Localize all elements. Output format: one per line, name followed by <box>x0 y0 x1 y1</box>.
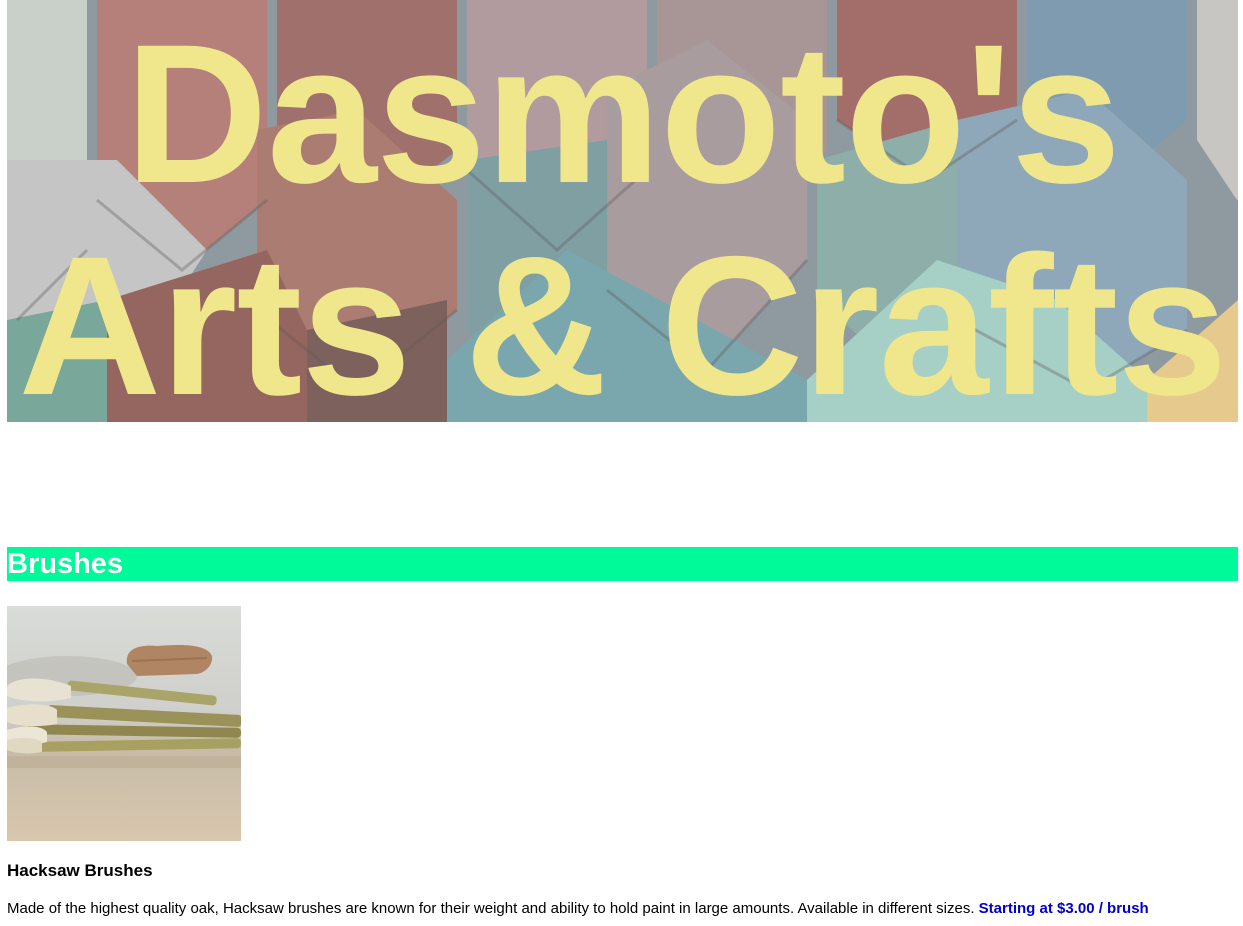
brushes-photo <box>7 606 241 841</box>
product-description: Made of the highest quality oak, Hacksaw… <box>7 899 1149 919</box>
site-title: Dasmoto's Arts & Crafts <box>7 3 1238 423</box>
product-price: Starting at $3.00 / brush <box>978 900 1149 917</box>
site-title-line-1: Dasmoto's <box>124 3 1121 224</box>
site-title-line-2: Arts & Crafts <box>18 215 1227 423</box>
section-header-brushes: Brushes <box>7 547 1238 581</box>
product-description-text: Made of the highest quality oak, Hacksaw… <box>7 900 975 917</box>
product-image-hacksaw-brushes <box>7 606 241 841</box>
section-title: Brushes <box>7 548 124 580</box>
hero-banner: Dasmoto's Arts & Crafts <box>7 0 1238 422</box>
page: Dasmoto's Arts & Crafts Brushes Hacksaw … <box>0 0 1243 926</box>
product-name: Hacksaw Brushes <box>7 861 153 880</box>
